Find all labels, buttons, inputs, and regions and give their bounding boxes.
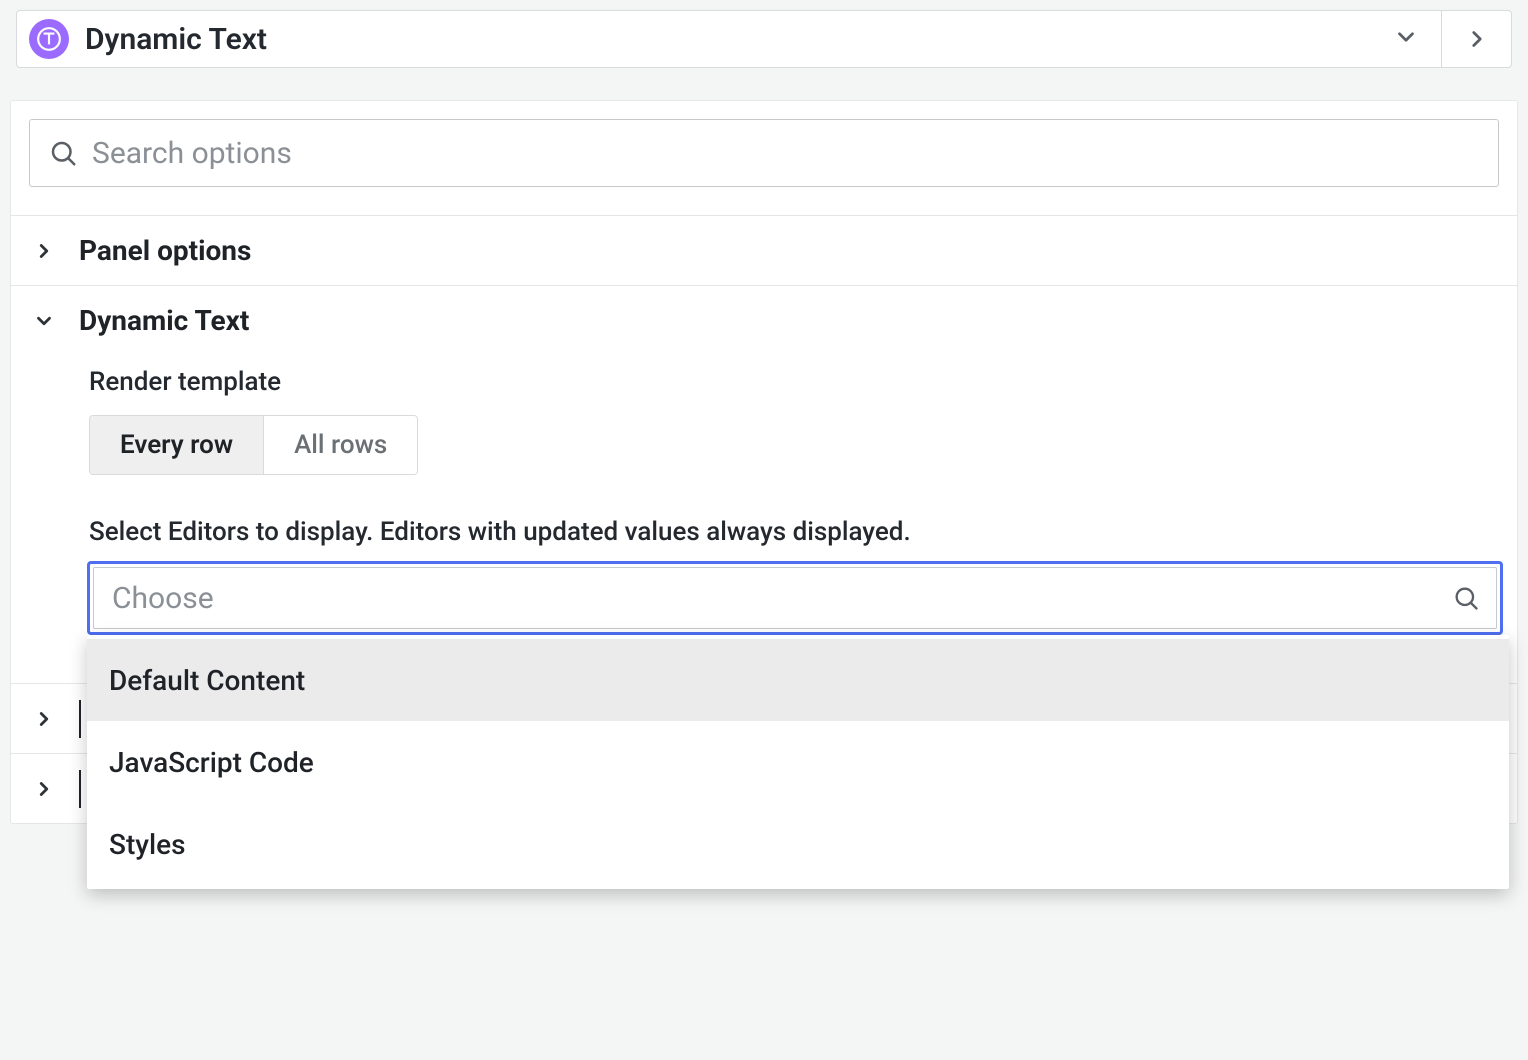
editors-select[interactable]: Choose xyxy=(87,561,1503,635)
section-title-obscured xyxy=(79,700,87,738)
editors-select-label: Select Editors to display. Editors with … xyxy=(89,517,1497,547)
search-row: Search options xyxy=(11,101,1517,215)
render-template-toggle: Every row All rows xyxy=(89,415,418,475)
search-options-input[interactable]: Search options xyxy=(29,119,1499,187)
chevron-right-icon xyxy=(33,240,55,262)
section-dynamic-text[interactable]: Dynamic Text xyxy=(11,285,1517,355)
search-placeholder: Search options xyxy=(92,136,292,171)
render-template-option-every-row[interactable]: Every row xyxy=(90,416,263,474)
section-title: Dynamic Text xyxy=(79,304,249,337)
editors-option-default-content[interactable]: Default Content xyxy=(87,639,1509,721)
visualization-picker[interactable]: Dynamic Text xyxy=(16,10,1442,68)
section-title: Panel options xyxy=(79,234,251,267)
chevron-right-icon xyxy=(1464,26,1490,52)
section-panel-options[interactable]: Panel options xyxy=(11,215,1517,285)
editors-option-styles[interactable]: Styles xyxy=(87,803,1509,885)
section-title-obscured xyxy=(79,770,87,808)
search-icon xyxy=(48,138,78,168)
section-dynamic-text-body: Render template Every row All rows Selec… xyxy=(11,355,1517,663)
editors-option-javascript-code[interactable]: JavaScript Code xyxy=(87,721,1509,803)
editors-select-placeholder: Choose xyxy=(112,581,214,616)
chevron-right-icon xyxy=(33,778,55,800)
visualization-name: Dynamic Text xyxy=(85,22,1377,57)
panel-header: Dynamic Text xyxy=(0,0,1528,78)
chevron-right-icon xyxy=(33,708,55,730)
options-panel: Search options Panel options Dynamic Tex… xyxy=(10,100,1518,824)
render-template-option-all-rows[interactable]: All rows xyxy=(263,416,417,474)
editors-select-dropdown: Default Content JavaScript Code Styles xyxy=(87,635,1509,889)
chevron-down-icon xyxy=(33,310,55,332)
render-template-label: Render template xyxy=(89,367,1497,397)
chevron-down-icon xyxy=(1393,24,1419,54)
editors-select-wrap: Choose Default Content JavaScript Code S… xyxy=(87,561,1503,635)
dynamic-text-plugin-icon xyxy=(29,19,69,59)
search-icon xyxy=(1452,584,1480,612)
collapse-panel-button[interactable] xyxy=(1442,10,1512,68)
